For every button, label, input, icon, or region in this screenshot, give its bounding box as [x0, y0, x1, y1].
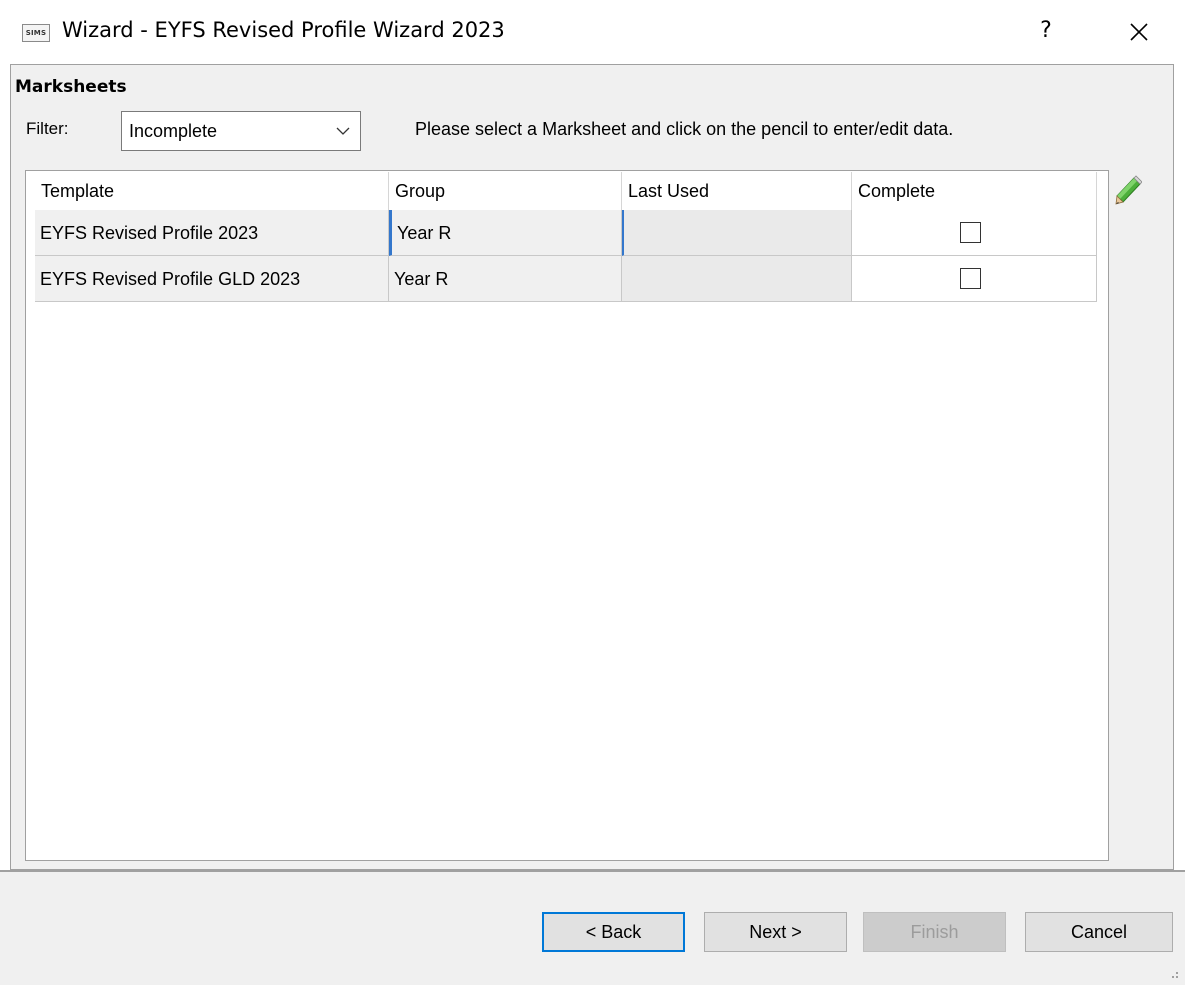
column-header-group[interactable]: Group [389, 172, 622, 210]
column-header-last-used[interactable]: Last Used [622, 172, 852, 210]
title-bar: SIMS Wizard - EYFS Revised Profile Wizar… [0, 0, 1185, 64]
help-button[interactable]: ? [1033, 14, 1059, 48]
column-header-complete[interactable]: Complete [852, 172, 1097, 210]
grid-header: Template Group Last Used Complete [35, 172, 1097, 210]
filter-dropdown[interactable]: Incomplete [121, 111, 361, 151]
table-row[interactable]: EYFS Revised Profile GLD 2023 Year R [35, 256, 1097, 302]
resize-grip-icon[interactable] [1167, 967, 1179, 979]
instruction-text: Please select a Marksheet and click on t… [415, 119, 954, 139]
cell-group[interactable]: Year R [389, 256, 622, 302]
section-title: Marksheets [15, 77, 127, 97]
cell-complete[interactable] [852, 210, 1097, 256]
cell-complete[interactable] [852, 256, 1097, 302]
chevron-down-icon [336, 127, 350, 135]
filter-selected-value: Incomplete [129, 121, 218, 141]
app-icon: SIMS [22, 24, 50, 42]
back-button[interactable]: < Back [542, 912, 685, 952]
close-button[interactable] [1117, 12, 1161, 50]
cell-last-used[interactable] [622, 256, 852, 302]
cell-last-used[interactable] [622, 210, 852, 256]
footer-bar: < Back Next > Finish Cancel [0, 872, 1185, 985]
close-icon [1130, 23, 1148, 41]
cell-template[interactable]: EYFS Revised Profile 2023 [35, 210, 389, 256]
window-title: Wizard - EYFS Revised Profile Wizard 202… [62, 18, 505, 42]
cell-template[interactable]: EYFS Revised Profile GLD 2023 [35, 256, 389, 302]
next-button[interactable]: Next > [704, 912, 847, 952]
column-header-template[interactable]: Template [35, 172, 389, 210]
marksheet-grid: Template Group Last Used Complete EYFS R… [25, 170, 1109, 861]
pencil-icon[interactable] [1114, 175, 1142, 209]
table-row[interactable]: EYFS Revised Profile 2023 Year R [35, 210, 1097, 256]
marksheets-panel: Marksheets Filter: Incomplete Please sel… [10, 64, 1174, 870]
complete-checkbox[interactable] [960, 222, 981, 243]
filter-label: Filter: [26, 119, 69, 138]
complete-checkbox[interactable] [960, 268, 981, 289]
finish-button: Finish [863, 912, 1006, 952]
cancel-button[interactable]: Cancel [1025, 912, 1173, 952]
cell-group[interactable]: Year R [389, 210, 622, 256]
